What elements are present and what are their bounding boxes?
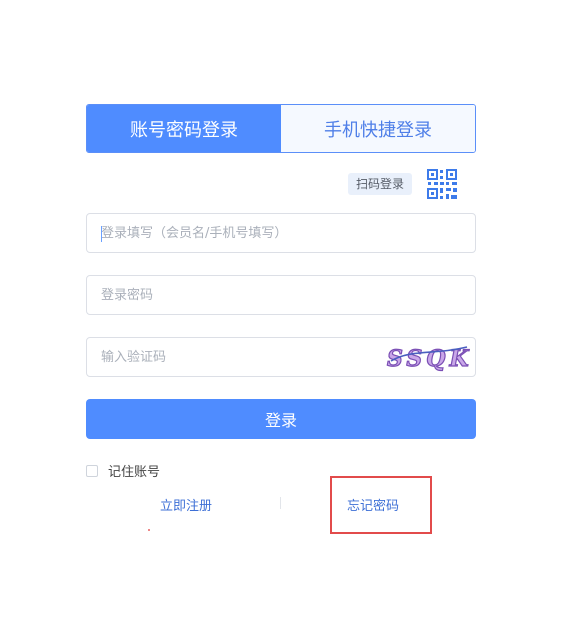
captcha-field[interactable]: SSQK <box>86 337 476 377</box>
tab-phone-quick[interactable]: 手机快捷登录 <box>281 105 475 152</box>
username-input[interactable] <box>87 214 475 252</box>
password-field[interactable] <box>86 275 476 315</box>
remember-account[interactable]: 记住账号 <box>86 461 160 480</box>
password-input[interactable] <box>87 276 475 314</box>
captcha-text: SSQK <box>387 346 471 372</box>
text-cursor <box>101 226 102 242</box>
captcha-image[interactable]: SSQK <box>385 341 471 373</box>
qr-code-icon[interactable] <box>426 168 458 200</box>
register-link[interactable]: 立即注册 <box>160 495 212 514</box>
tab-account-password[interactable]: 账号密码登录 <box>87 105 281 152</box>
link-separator <box>280 497 281 509</box>
remember-label: 记住账号 <box>108 465 161 480</box>
login-button[interactable]: 登录 <box>86 399 476 439</box>
highlight-box <box>330 476 432 534</box>
qr-login-label[interactable]: 扫码登录 <box>348 173 413 195</box>
username-field[interactable] <box>86 213 476 253</box>
login-tabs: 账号密码登录 手机快捷登录 <box>86 104 476 153</box>
remember-checkbox[interactable] <box>86 464 98 477</box>
decorative-dot <box>148 529 150 531</box>
